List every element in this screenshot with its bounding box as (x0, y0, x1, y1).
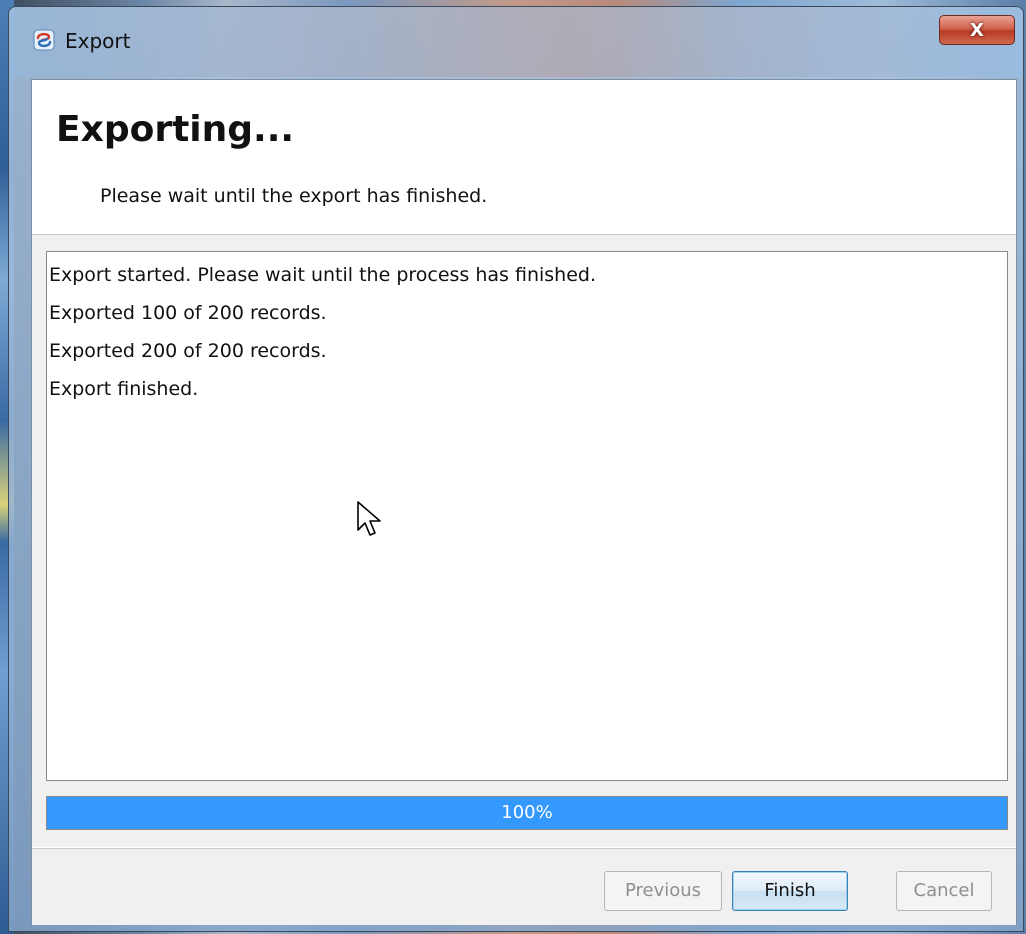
wizard-buttons: Previous Finish Cancel (32, 848, 1016, 925)
close-button[interactable]: X (939, 15, 1015, 45)
log-line: Exported 200 of 200 records. (49, 340, 327, 362)
mouse-pointer-icon (357, 501, 381, 536)
wizard-content: Export started. Please wait until the pr… (32, 235, 1016, 847)
export-progress-bar: 100% (46, 796, 1008, 830)
log-line: Exported 100 of 200 records. (49, 302, 327, 324)
cancel-button[interactable]: Cancel (896, 871, 992, 911)
log-line: Export finished. (49, 378, 199, 400)
export-dialog: Export X Exporting... Please wait until … (8, 6, 1024, 932)
export-log[interactable]: Export started. Please wait until the pr… (46, 251, 1008, 781)
progress-label: 100% (501, 802, 553, 823)
page-subtitle: Please wait until the export has finishe… (100, 185, 488, 207)
export-app-icon (33, 29, 55, 51)
page-title: Exporting... (56, 109, 295, 150)
log-line: Export started. Please wait until the pr… (49, 264, 597, 286)
window-title: Export (65, 29, 131, 53)
finish-button[interactable]: Finish (732, 871, 848, 911)
title-bar[interactable]: Export X (9, 7, 1023, 77)
dialog-client-area: Exporting... Please wait until the expor… (31, 79, 1017, 925)
previous-button[interactable]: Previous (604, 871, 722, 911)
wizard-header: Exporting... Please wait until the expor… (32, 80, 1016, 235)
